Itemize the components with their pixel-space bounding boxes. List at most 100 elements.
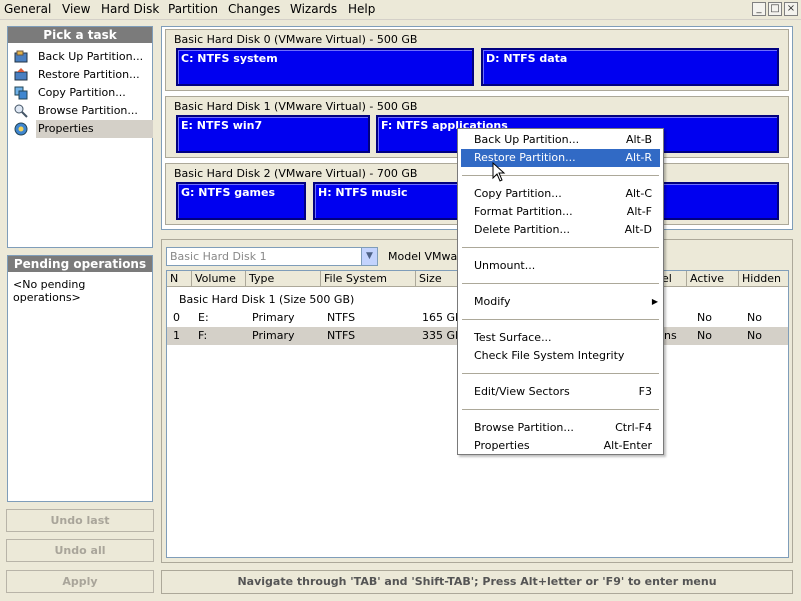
- maximize-button[interactable]: □: [768, 2, 782, 16]
- task-label: Copy Partition...: [38, 86, 126, 99]
- menu-partition[interactable]: Partition: [168, 2, 218, 16]
- ctx-item-shortcut: Alt-R: [625, 151, 652, 164]
- disk-label: Basic Hard Disk 1 (VMware Virtual) - 500…: [174, 100, 418, 113]
- partition-g[interactable]: G: NTFS games: [176, 182, 306, 220]
- ctx-edit-sectors[interactable]: Edit/View Sectors F3: [461, 383, 660, 401]
- chevron-down-icon[interactable]: ▼: [361, 248, 377, 265]
- cell-active: No: [697, 329, 712, 342]
- menu-help[interactable]: Help: [348, 2, 375, 16]
- partition-c[interactable]: C: NTFS system: [176, 48, 474, 86]
- ctx-item-label: Browse Partition...: [474, 421, 574, 434]
- ctx-item-shortcut: Ctrl-F4: [615, 421, 652, 434]
- task-label: Properties: [36, 120, 153, 138]
- tasks-panel-title: Pick a task: [8, 27, 152, 43]
- ctx-item-shortcut: Alt-C: [625, 187, 652, 200]
- menu-separator: [462, 319, 659, 320]
- menu-changes[interactable]: Changes: [228, 2, 280, 16]
- task-backup[interactable]: Back Up Partition...: [14, 48, 154, 66]
- backup-icon: [14, 50, 28, 63]
- status-bar: Navigate through 'TAB' and 'Shift-TAB'; …: [161, 570, 793, 594]
- undo-all-button[interactable]: Undo all: [6, 539, 154, 562]
- minimize-button[interactable]: _: [752, 2, 766, 16]
- ctx-item-label: Properties: [474, 439, 530, 452]
- col-header-volume[interactable]: Volume: [192, 271, 246, 287]
- close-button[interactable]: ×: [784, 2, 798, 16]
- menu-bar: General View Hard Disk Partition Changes…: [0, 0, 801, 20]
- col-header-hidden[interactable]: Hidden: [739, 271, 788, 287]
- menu-separator: [462, 409, 659, 410]
- ctx-item-label: Check File System Integrity: [474, 349, 625, 362]
- task-browse[interactable]: Browse Partition...: [14, 102, 154, 120]
- undo-last-button[interactable]: Undo last: [6, 509, 154, 532]
- ctx-copy-partition[interactable]: Copy Partition... Alt-C: [461, 185, 660, 203]
- restore-icon: [14, 68, 28, 81]
- col-header-active[interactable]: Active: [687, 271, 739, 287]
- ctx-item-shortcut: Alt-B: [625, 133, 652, 146]
- menu-general[interactable]: General: [4, 2, 51, 16]
- disk-select[interactable]: Basic Hard Disk 1 ▼: [166, 247, 378, 266]
- col-header-file-system[interactable]: File System: [321, 271, 416, 287]
- ctx-item-label: Edit/View Sectors: [474, 385, 570, 398]
- cell-hidden: No: [747, 311, 762, 324]
- cell-volume: F:: [198, 329, 208, 342]
- ctx-properties[interactable]: Properties Alt-Enter: [461, 437, 660, 455]
- partition-e[interactable]: E: NTFS win7: [176, 115, 370, 153]
- ctx-item-label: Unmount...: [474, 259, 536, 272]
- ctx-item-shortcut: Alt-F: [626, 205, 652, 218]
- pending-panel: Pending operations <No pending operation…: [7, 255, 153, 502]
- task-restore[interactable]: Restore Partition...: [14, 66, 154, 84]
- menu-wizards[interactable]: Wizards: [290, 2, 337, 16]
- ctx-item-label: Copy Partition...: [474, 187, 562, 200]
- ctx-backup-partition[interactable]: Back Up Partition... Alt-B: [461, 131, 660, 149]
- ctx-unmount[interactable]: Unmount...: [461, 257, 660, 275]
- ctx-item-label: Test Surface...: [474, 331, 552, 344]
- pending-text: <No pending operations>: [13, 278, 86, 304]
- menu-separator: [462, 373, 659, 374]
- copy-icon: [14, 86, 28, 100]
- cell-n: 0: [173, 311, 180, 324]
- submenu-arrow-icon: ▶: [651, 297, 658, 306]
- cell-type: Primary: [252, 329, 295, 342]
- disk-label: Basic Hard Disk 2 (VMware Virtual) - 700…: [174, 167, 418, 180]
- ctx-item-label: Restore Partition...: [474, 151, 576, 164]
- partition-d[interactable]: D: NTFS data: [481, 48, 779, 86]
- pending-panel-title: Pending operations: [8, 256, 152, 272]
- browse-icon: [14, 104, 28, 118]
- ctx-check-fs[interactable]: Check File System Integrity: [461, 347, 660, 365]
- ctx-test-surface[interactable]: Test Surface...: [461, 329, 660, 347]
- menu-hard-disk[interactable]: Hard Disk: [101, 2, 159, 16]
- ctx-format-partition[interactable]: Format Partition... Alt-F: [461, 203, 660, 221]
- ctx-modify[interactable]: Modify ▶: [461, 293, 660, 311]
- mouse-cursor-icon: [492, 162, 506, 182]
- ctx-restore-partition[interactable]: Restore Partition... Alt-R: [461, 149, 660, 167]
- menu-view[interactable]: View: [62, 2, 90, 16]
- cell-fs: NTFS: [327, 311, 356, 324]
- task-copy[interactable]: Copy Partition...: [14, 84, 154, 102]
- cell-fs: NTFS: [327, 329, 356, 342]
- group-label: Basic Hard Disk 1 (Size 500 GB): [179, 293, 355, 306]
- ctx-item-shortcut: F3: [638, 385, 652, 398]
- ctx-delete-partition[interactable]: Delete Partition... Alt-D: [461, 221, 660, 239]
- cell-hidden: No: [747, 329, 762, 342]
- ctx-item-label: Format Partition...: [474, 205, 573, 218]
- properties-icon: [14, 122, 28, 136]
- task-properties[interactable]: Properties: [14, 120, 154, 138]
- disk-0[interactable]: Basic Hard Disk 0 (VMware Virtual) - 500…: [165, 29, 789, 91]
- task-label: Back Up Partition...: [38, 50, 144, 63]
- ctx-item-label: Back Up Partition...: [474, 133, 580, 146]
- cell-type: Primary: [252, 311, 295, 324]
- cell-volume: E:: [198, 311, 209, 324]
- col-header-size[interactable]: Size: [416, 271, 462, 287]
- cell-label: ns: [664, 329, 677, 342]
- ctx-item-label: Delete Partition...: [474, 223, 570, 236]
- context-menu: Back Up Partition... Alt-B Restore Partit…: [457, 128, 664, 455]
- cell-active: No: [697, 311, 712, 324]
- col-header-type[interactable]: Type: [246, 271, 321, 287]
- ctx-item-shortcut: Alt-Enter: [603, 439, 652, 452]
- ctx-browse-partition[interactable]: Browse Partition... Ctrl-F4: [461, 419, 660, 437]
- apply-button[interactable]: Apply: [6, 570, 154, 593]
- menu-separator: [462, 283, 659, 284]
- col-header-n[interactable]: N: [167, 271, 192, 287]
- ctx-item-label: Modify: [474, 295, 511, 308]
- ctx-item-shortcut: Alt-D: [624, 223, 652, 236]
